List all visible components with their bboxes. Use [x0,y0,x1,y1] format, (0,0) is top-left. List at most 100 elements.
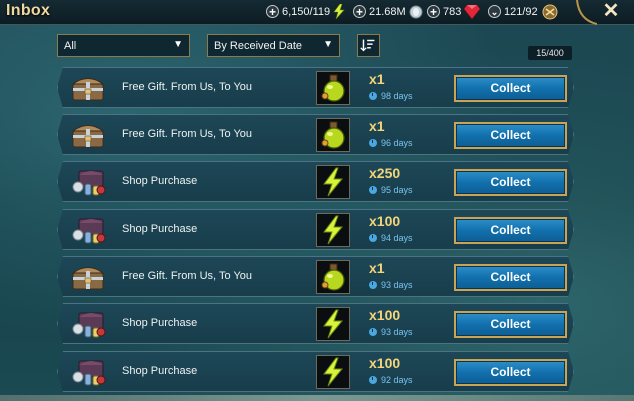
days-remaining: 96 days [381,138,413,148]
expiry-time: 92 days [369,375,413,385]
sort-filter-dropdown[interactable]: By Received Date ▼ [207,34,340,57]
inbox-row: Shop Purchase x100 94 days Collect [57,209,574,250]
energy-icon [317,308,349,340]
collect-button[interactable]: Collect [454,122,567,149]
gem-icon [464,4,481,19]
reward-quantity: x250 [369,165,401,181]
shop-bundle-icon [69,167,107,197]
expiry-time: 93 days [369,280,413,290]
page-title: Inbox [6,2,51,19]
reward-item [316,355,350,389]
inbox-row: Free Gift. From Us, To You x1 93 days Co… [57,256,574,297]
reward-item [316,213,350,247]
reward-item [316,71,350,105]
sender-name: Free Gift. From Us, To You [122,81,253,93]
reward-item [316,307,350,341]
sender-name: Free Gift. From Us, To You [122,128,253,140]
potion-icon [317,119,349,151]
reward-quantity: x100 [369,355,401,371]
energy-icon [333,4,345,19]
gift-chest-icon [69,262,107,292]
collect-button[interactable]: Collect [454,311,567,338]
gift-chest-icon [69,120,107,150]
potion-icon [317,261,349,293]
expiry-time: 96 days [369,138,413,148]
slots-value: 121/92 [504,5,538,18]
add-silver-button[interactable]: + [353,5,366,18]
sort-filter-value: By Received Date [214,39,303,52]
inbox-row: Shop Purchase x100 93 days Collect [57,303,574,344]
collect-button[interactable]: Collect [454,359,567,386]
type-filter-value: All [64,39,77,52]
sort-order-button[interactable] [357,34,380,57]
clock-icon [369,234,377,242]
sort-icon [360,39,375,52]
chevron-down-icon: ▼ [323,39,333,50]
sender-name: Shop Purchase [122,317,198,329]
expiry-time: 94 days [369,233,413,243]
potion-icon [317,72,349,104]
clock-icon [369,186,377,194]
expiry-time: 95 days [369,185,413,195]
days-remaining: 93 days [381,280,413,290]
collect-button[interactable]: Collect [454,75,567,102]
reward-quantity: x100 [369,213,401,229]
sender-name: Shop Purchase [122,223,198,235]
sender-name: Shop Purchase [122,175,198,187]
expiry-time: 98 days [369,91,413,101]
gems-counter: + 783 [427,3,481,20]
reward-item [316,260,350,294]
energy-counter: + 6,150/119 [266,3,345,20]
silver-icon [409,5,423,18]
days-remaining: 98 days [381,91,413,101]
chevron-down-icon: ▼ [173,39,183,50]
inbox-row: Shop Purchase x100 92 days Collect [57,351,574,392]
energy-icon [317,356,349,388]
slots-counter: ⌄ 121/92 [488,3,559,20]
shop-bundle-icon [69,357,107,387]
expand-slots-button[interactable]: ⌄ [488,5,501,18]
reward-item [316,165,350,199]
inbox-row: Free Gift. From Us, To You x1 96 days Co… [57,114,574,155]
bottom-divider [0,395,634,401]
collect-button[interactable]: Collect [454,169,567,196]
clock-icon [369,92,377,100]
inbox-row: Free Gift. From Us, To You x1 98 days Co… [57,67,574,108]
inbox-count: 15/400 [528,46,572,60]
silver-counter: + 21.68M [353,3,423,20]
shop-bundle-icon [69,215,107,245]
reward-quantity: x1 [369,118,385,134]
reward-quantity: x100 [369,307,401,323]
clock-icon [369,328,377,336]
gems-value: 783 [443,5,462,18]
sender-name: Free Gift. From Us, To You [122,270,253,282]
silver-value: 21.68M [369,5,406,18]
reward-quantity: x1 [369,260,385,276]
days-remaining: 93 days [381,327,413,337]
add-gems-button[interactable]: + [427,5,440,18]
close-button[interactable]: ✕ [601,0,621,22]
collect-button[interactable]: Collect [454,217,567,244]
expiry-time: 93 days [369,327,413,337]
days-remaining: 94 days [381,233,413,243]
corner-ornament [576,0,597,25]
sender-name: Shop Purchase [122,365,198,377]
energy-value: 6,150/119 [282,5,331,18]
shop-bundle-icon [69,309,107,339]
reward-quantity: x1 [369,71,385,87]
energy-icon [317,166,349,198]
inbox-row: Shop Purchase x250 95 days Collect [57,161,574,202]
clock-icon [369,376,377,384]
reward-item [316,118,350,152]
energy-icon [317,214,349,246]
clock-icon [369,139,377,147]
gift-chest-icon [69,73,107,103]
clock-icon [369,281,377,289]
days-remaining: 95 days [381,185,413,195]
type-filter-dropdown[interactable]: All ▼ [57,34,190,57]
days-remaining: 92 days [381,375,413,385]
collect-button[interactable]: Collect [454,264,567,291]
add-energy-button[interactable]: + [266,5,279,18]
champion-slots-icon [542,4,558,19]
top-bar: Inbox + 6,150/119 + 21.68M + 783 ⌄ 121/9… [0,0,634,25]
